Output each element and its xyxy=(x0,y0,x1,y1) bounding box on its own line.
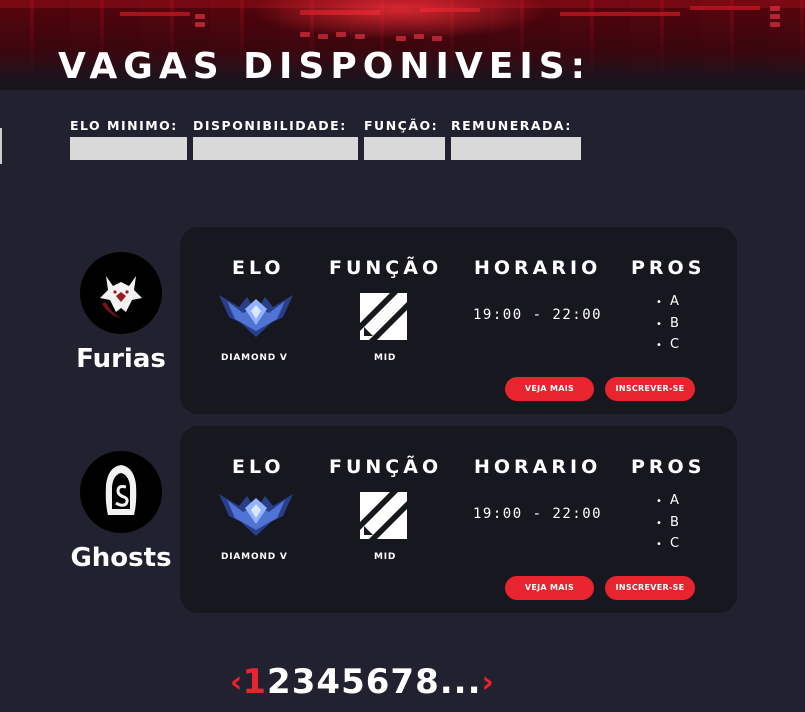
page-7-link[interactable]: 7 xyxy=(390,662,415,702)
list-item: • A xyxy=(656,493,679,508)
team-name: Furias xyxy=(76,344,166,374)
filter-elo-minimo: ELO MINIMO: xyxy=(70,118,187,160)
pagination: ‹ 1 2 3 4 5 6 7 8 ... › xyxy=(230,660,570,704)
white-wolf-logo-icon[interactable] xyxy=(80,252,162,334)
hooded-ghost-logo-icon[interactable] xyxy=(80,451,162,533)
page-4-link[interactable]: 4 xyxy=(316,662,341,702)
diamond-rank-emblem-icon xyxy=(217,486,295,542)
page-5-link[interactable]: 5 xyxy=(341,662,366,702)
filter-label: ELO MINIMO: xyxy=(70,118,178,133)
team-furias[interactable]: Furias xyxy=(61,252,181,374)
role-value: MID xyxy=(374,353,397,363)
prev-page-arrow-icon[interactable]: ‹ xyxy=(230,665,242,700)
listing-card: ELO FUNÇÃO HORARIO PROS DIAMOND V MID 19… xyxy=(180,227,737,414)
column-header-pros: PROS xyxy=(631,257,706,279)
filter-label: REMUNERADA: xyxy=(451,118,572,133)
team-ghosts[interactable]: Ghosts xyxy=(61,451,181,573)
list-item: • B xyxy=(656,514,679,530)
elo-value: DIAMOND V xyxy=(221,552,288,562)
filter-remunerada: REMUNERADA: xyxy=(451,118,581,160)
page-title: VAGAS DISPONIVEIS: xyxy=(58,46,592,87)
listing-card: ELO FUNÇÃO HORARIO PROS DIAMOND V MID 19… xyxy=(180,426,737,613)
pros-list: • A • B • C xyxy=(656,490,679,555)
column-header-horario: HORARIO xyxy=(474,456,602,478)
column-header-funcao: FUNÇÃO xyxy=(329,456,443,478)
page-2-link[interactable]: 2 xyxy=(267,662,292,702)
column-header-horario: HORARIO xyxy=(474,257,602,279)
disponibilidade-input[interactable] xyxy=(193,137,358,160)
filter-label: DISPONIBILIDADE: xyxy=(193,118,347,133)
column-header-elo: ELO xyxy=(232,456,285,478)
next-page-arrow-icon[interactable]: › xyxy=(482,665,494,700)
inscrever-se-button[interactable]: INSCREVER-SE xyxy=(605,576,695,600)
page-1-link[interactable]: 1 xyxy=(242,662,267,702)
role-value: MID xyxy=(374,552,397,562)
filter-funcao: FUNÇÃO: xyxy=(364,118,445,160)
funcao-input[interactable] xyxy=(364,137,445,160)
page-8-link[interactable]: 8 xyxy=(415,662,440,702)
mid-lane-icon xyxy=(360,492,407,543)
team-name: Ghosts xyxy=(70,543,172,573)
list-item: • C xyxy=(656,536,680,551)
diamond-rank-emblem-icon xyxy=(217,287,295,343)
horario-value: 19:00 - 22:00 xyxy=(473,506,603,522)
column-header-elo: ELO xyxy=(232,257,285,279)
elo-minimo-input[interactable] xyxy=(70,137,187,160)
column-header-funcao: FUNÇÃO xyxy=(329,257,443,279)
list-item: • C xyxy=(656,337,680,352)
veja-mais-button[interactable]: VEJA MAIS xyxy=(505,576,594,600)
horario-value: 19:00 - 22:00 xyxy=(473,307,603,323)
remunerada-input[interactable] xyxy=(451,137,581,160)
filter-label: FUNÇÃO: xyxy=(364,118,439,133)
mid-lane-icon xyxy=(360,293,407,344)
elo-value: DIAMOND V xyxy=(221,353,288,363)
inscrever-se-button[interactable]: INSCREVER-SE xyxy=(605,377,695,401)
list-item: • A xyxy=(656,294,679,309)
page-3-link[interactable]: 3 xyxy=(292,662,317,702)
column-header-pros: PROS xyxy=(631,456,706,478)
left-edge-tab[interactable] xyxy=(0,128,2,164)
page-6-link[interactable]: 6 xyxy=(366,662,391,702)
pagination-ellipsis: ... xyxy=(439,662,482,702)
veja-mais-button[interactable]: VEJA MAIS xyxy=(505,377,594,401)
list-item: • B xyxy=(656,315,679,331)
pros-list: • A • B • C xyxy=(656,291,679,356)
filter-disponibilidade: DISPONIBILIDADE: xyxy=(193,118,358,160)
